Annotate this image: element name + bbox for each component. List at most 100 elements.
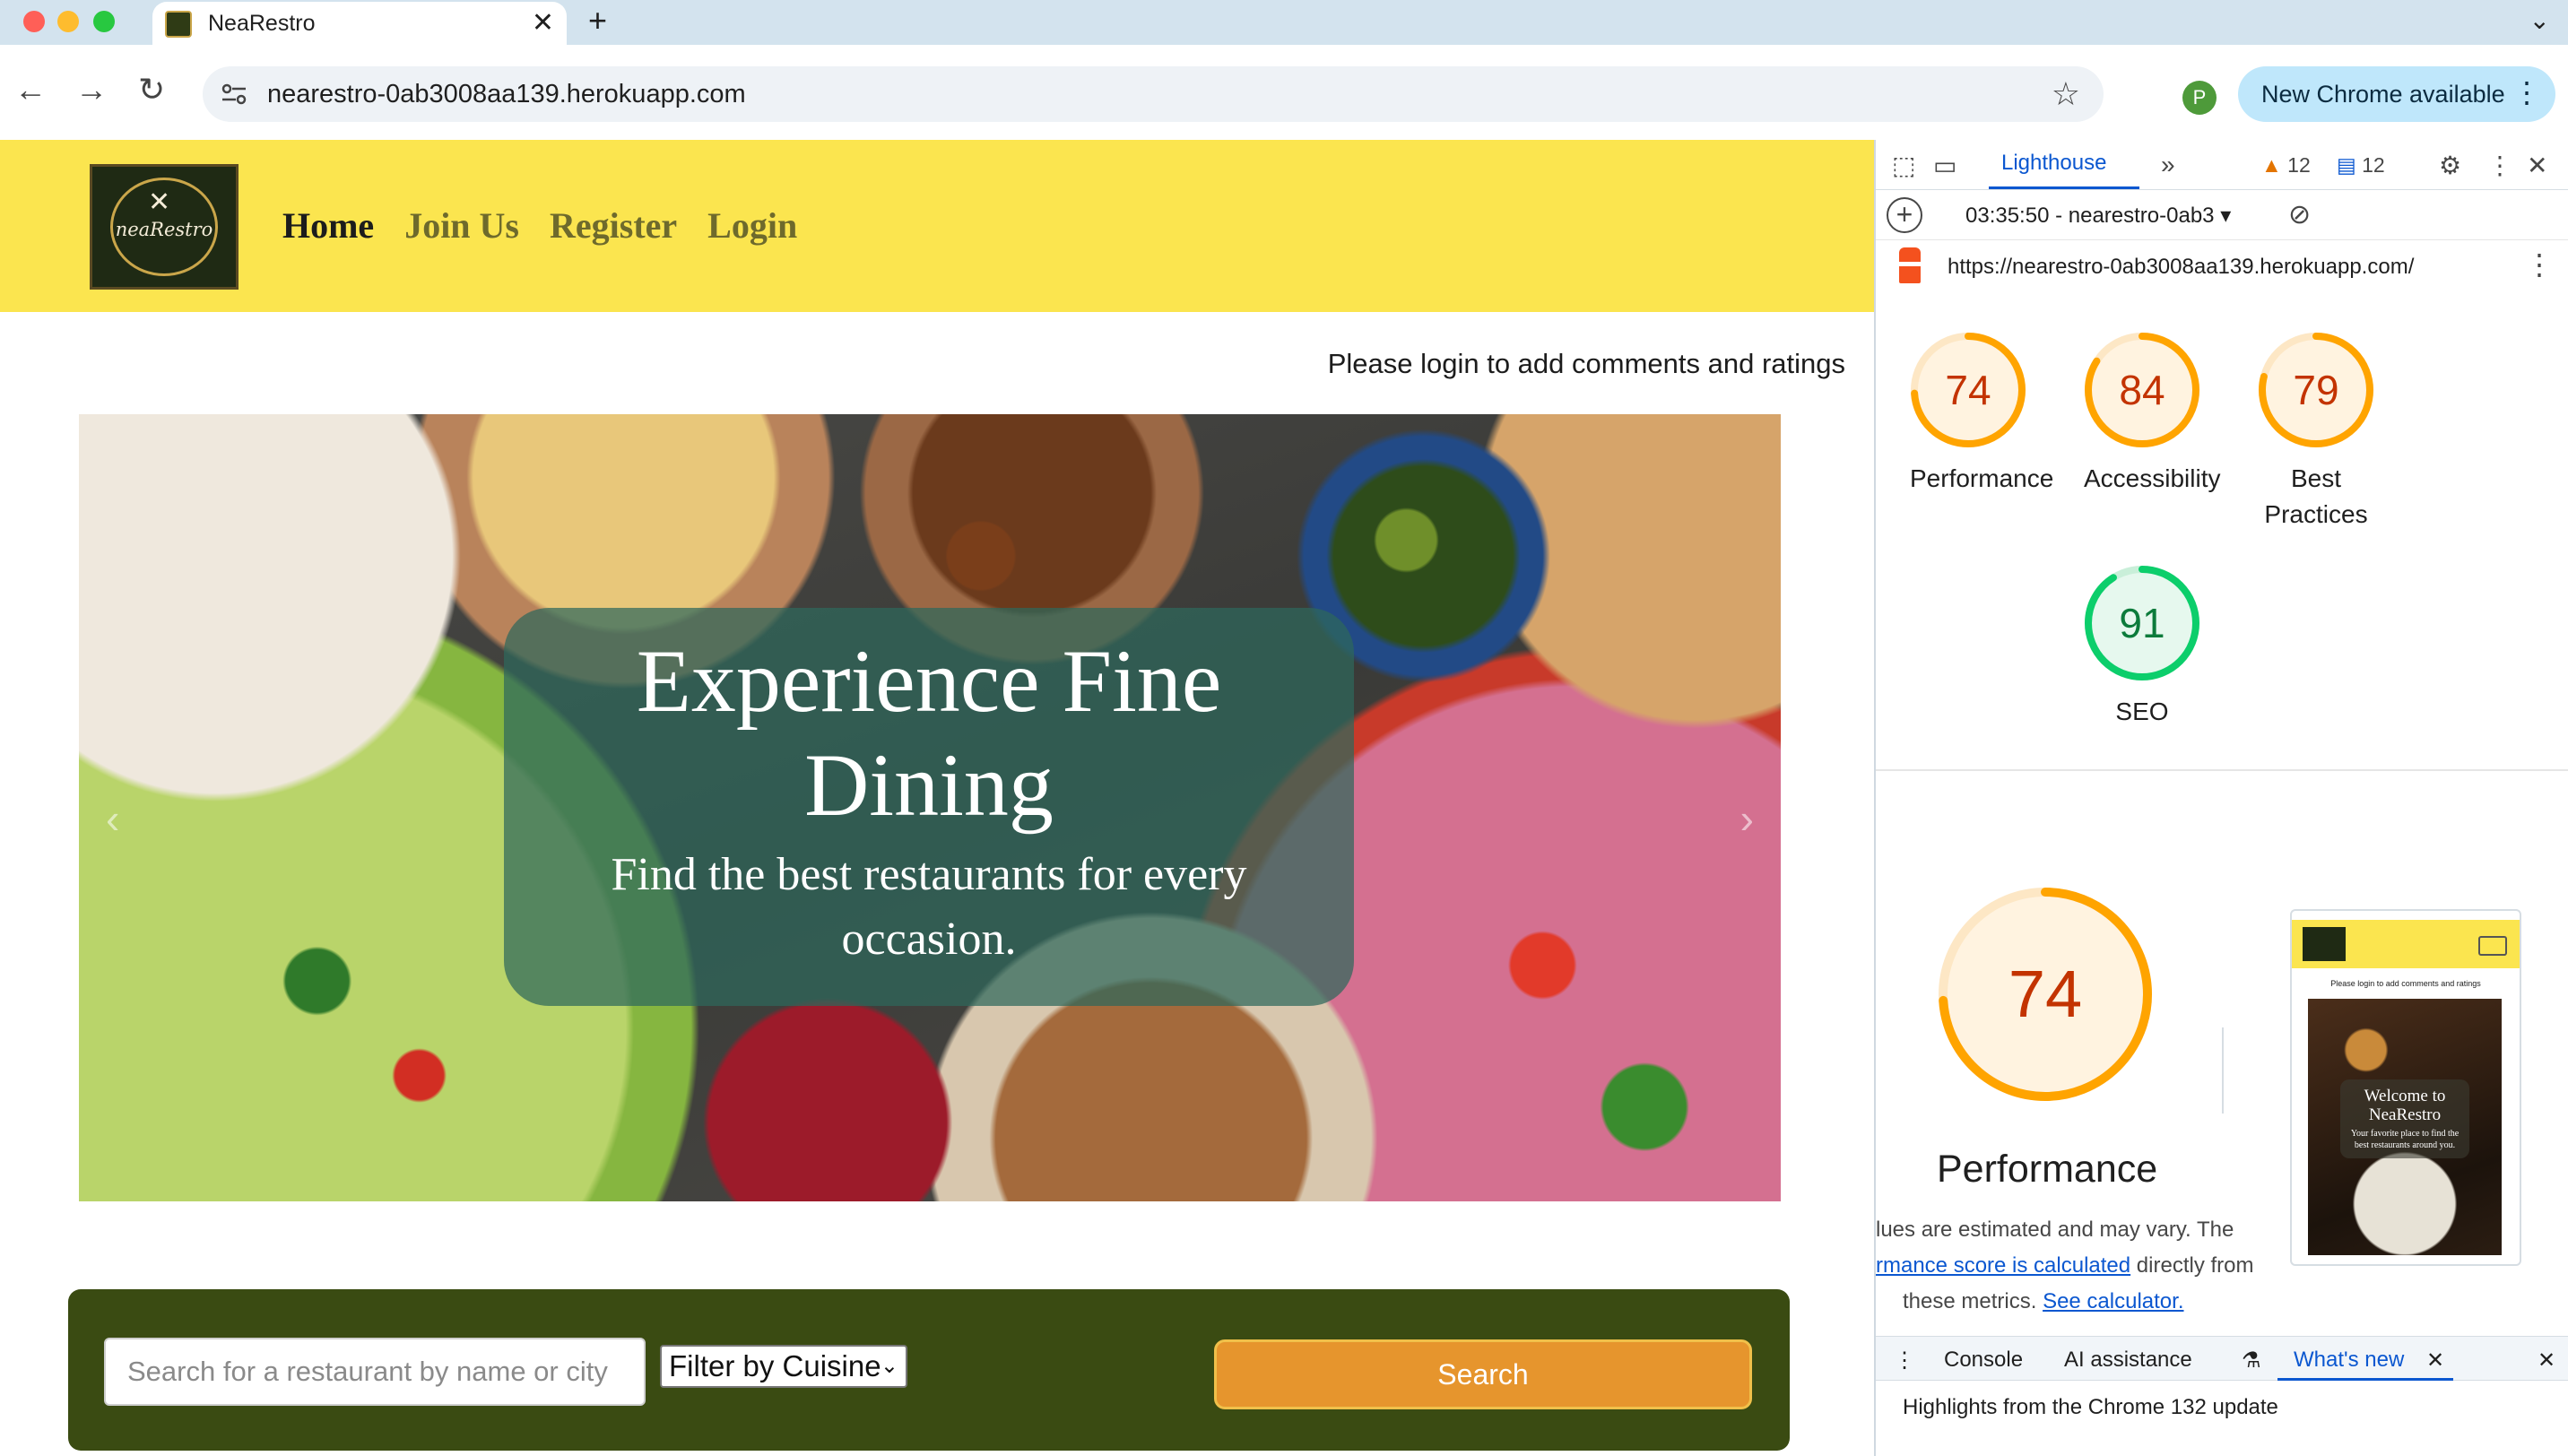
gauge-performance[interactable]: 74 Performance: [1910, 332, 2054, 497]
drawer-tab-whats-new[interactable]: What's new: [2294, 1348, 2404, 1373]
profile-avatar[interactable]: P: [2182, 81, 2217, 115]
login-note: Please login to add comments and ratings: [1327, 348, 1845, 379]
vertical-separator: [2222, 1027, 2224, 1114]
gauge-best-practices[interactable]: 79 Best Practices: [2258, 332, 2374, 533]
search-button[interactable]: Search: [1214, 1339, 1752, 1409]
thumbnail-hero-image: Welcome to NeaRestro Your favorite place…: [2308, 999, 2502, 1255]
score-label: Performance: [1910, 464, 2054, 492]
devtools-panel: ⬚ ▭ Lighthouse » ▲ 12 ▤ 12 ⚙ ⋮ ✕ + 03:35…: [1874, 140, 2568, 1456]
site-settings-icon[interactable]: [219, 79, 249, 109]
note-line-3: these metrics. See calculator.: [1876, 1284, 2297, 1320]
site-nav: Home Join Us Register Login: [282, 204, 797, 247]
forward-arrow-icon[interactable]: →: [75, 74, 108, 106]
new-chrome-available-button[interactable]: New Chrome available ⋮: [2238, 66, 2555, 122]
note-line-1: lues are estimated and may vary. The: [1876, 1218, 2234, 1242]
report-url: https://nearestro-0ab3008aa139.herokuapp…: [1948, 255, 2415, 279]
final-screenshot-thumbnail[interactable]: Please login to add comments and ratings…: [2290, 909, 2521, 1266]
close-tab-icon[interactable]: ✕: [532, 7, 554, 39]
report-menu-icon[interactable]: ⋮: [2525, 247, 2554, 282]
nav-register[interactable]: Register: [550, 204, 677, 247]
close-whats-new-icon[interactable]: ✕: [2426, 1348, 2444, 1374]
tab-lighthouse[interactable]: Lighthouse: [2001, 151, 2106, 176]
bookmark-star-icon[interactable]: ☆: [2052, 75, 2080, 113]
gauge-accessibility[interactable]: 84 Accessibility: [2084, 332, 2221, 497]
hero-caption: Experience Fine Dining Find the best res…: [504, 608, 1354, 1006]
warnings-count: 12: [2287, 153, 2311, 177]
gauge-ring: 79: [2258, 332, 2374, 448]
nav-login[interactable]: Login: [707, 204, 797, 247]
new-report-button[interactable]: +: [1887, 197, 1922, 233]
drawer-active-indicator: [2277, 1378, 2453, 1381]
close-drawer-icon[interactable]: ✕: [2538, 1348, 2555, 1374]
cuisine-filter-select[interactable]: Filter by Cuisine ⌄: [660, 1345, 907, 1388]
clear-reports-icon[interactable]: ⊘: [2288, 199, 2311, 230]
device-toolbar-icon[interactable]: ▭: [1933, 151, 1956, 180]
logo-text: neaRestro: [115, 219, 213, 240]
nav-home[interactable]: Home: [282, 204, 374, 247]
gauge-seo[interactable]: 91 SEO: [2084, 565, 2200, 730]
crossed-utensils-icon: ✕: [148, 187, 171, 217]
see-calculator-link[interactable]: See calculator.: [2043, 1289, 2183, 1313]
search-bar: Filter by Cuisine ⌄ Search: [68, 1289, 1790, 1451]
browser-tab-active[interactable]: NeaRestro ✕: [152, 2, 567, 45]
note-line-2: rmance score is calculated directly from: [1876, 1248, 2297, 1284]
thumbnail-subtitle: Your favorite place to find the best res…: [2350, 1129, 2460, 1150]
tab-search-button[interactable]: ⌄: [2529, 5, 2550, 35]
favicon-icon: [165, 11, 192, 38]
drawer-tab-ai-assistance[interactable]: AI assistance: [2064, 1348, 2192, 1373]
gauge-ring: 91: [2084, 565, 2200, 681]
maximize-window-button[interactable]: [93, 11, 115, 32]
devtools-drawer-tabs: ⋮ Console AI assistance ⚗ What's new ✕ ✕: [1876, 1336, 2568, 1381]
restaurant-search-input[interactable]: [104, 1338, 646, 1406]
report-url-bar: https://nearestro-0ab3008aa139.herokuapp…: [1876, 240, 2568, 294]
score-calculated-link[interactable]: rmance score is calculated: [1876, 1253, 2130, 1278]
thumbnail-note: Please login to add comments and ratings: [2330, 979, 2481, 988]
thumbnail-logo: [2303, 927, 2346, 961]
performance-detail-label: Performance: [1937, 1148, 2158, 1191]
browser-toolbar: ← → ↻ nearestro-0ab3008aa139.herokuapp.c…: [0, 45, 2568, 140]
hero-carousel: ‹ › Experience Fine Dining Find the best…: [79, 414, 1781, 1201]
section-divider: [1876, 769, 2568, 771]
tab-title: NeaRestro: [208, 11, 316, 36]
carousel-next-icon[interactable]: ›: [1740, 794, 1754, 843]
drawer-tab-console[interactable]: Console: [1944, 1348, 2023, 1373]
close-devtools-icon[interactable]: ✕: [2527, 151, 2547, 180]
note-line-3-text: these metrics.: [1903, 1289, 2037, 1313]
warning-icon: ▲: [2261, 153, 2282, 177]
address-bar[interactable]: nearestro-0ab3008aa139.herokuapp.com ☆: [203, 66, 2104, 122]
score-label: Accessibility: [2084, 464, 2221, 492]
new-tab-button[interactable]: +: [588, 2, 607, 39]
update-label: New Chrome available: [2261, 81, 2505, 108]
close-window-button[interactable]: [23, 11, 45, 32]
score-label: Best Practices: [2264, 464, 2368, 528]
carousel-prev-icon[interactable]: ‹: [106, 794, 119, 843]
minimize-window-button[interactable]: [57, 11, 79, 32]
hero-subtitle: Find the best restaurants for every occa…: [611, 849, 1247, 965]
hamburger-menu-icon: [2478, 936, 2507, 956]
flask-icon: ⚗: [2242, 1348, 2261, 1373]
active-tab-indicator: [1989, 186, 2139, 189]
warnings-badge[interactable]: ▲ 12: [2261, 153, 2311, 178]
page-viewport: ✕ neaRestro Home Join Us Register Login …: [0, 140, 1874, 1456]
messages-badge[interactable]: ▤ 12: [2337, 153, 2385, 178]
reload-icon[interactable]: ↻: [138, 74, 165, 106]
inspect-element-icon[interactable]: ⬚: [1892, 151, 1915, 180]
nav-join-us[interactable]: Join Us: [404, 204, 519, 247]
chrome-menu-icon[interactable]: ⋮: [2512, 75, 2541, 109]
settings-gear-icon[interactable]: ⚙: [2439, 151, 2461, 180]
gauge-ring: 84: [2084, 332, 2200, 448]
back-arrow-icon[interactable]: ←: [14, 74, 47, 106]
gauge-ring: 74: [1910, 332, 2026, 448]
url-text: nearestro-0ab3008aa139.herokuapp.com: [267, 80, 746, 108]
devtools-menu-icon[interactable]: ⋮: [2487, 151, 2512, 180]
messages-count: 12: [2362, 153, 2385, 177]
more-panels-icon[interactable]: »: [2161, 151, 2175, 179]
site-logo[interactable]: ✕ neaRestro: [90, 164, 239, 290]
drawer-menu-icon[interactable]: ⋮: [1894, 1348, 1915, 1374]
performance-detail-gauge: 74: [1933, 882, 2157, 1106]
lighthouse-icon: [1899, 247, 1921, 283]
score-label: SEO: [2115, 698, 2169, 725]
report-selector[interactable]: 03:35:50 - nearestro-0ab3 ▾: [1965, 203, 2231, 229]
performance-note: lues are estimated and may vary. The rma…: [1876, 1212, 2297, 1320]
cuisine-filter-label: Filter by Cuisine: [669, 1349, 881, 1382]
